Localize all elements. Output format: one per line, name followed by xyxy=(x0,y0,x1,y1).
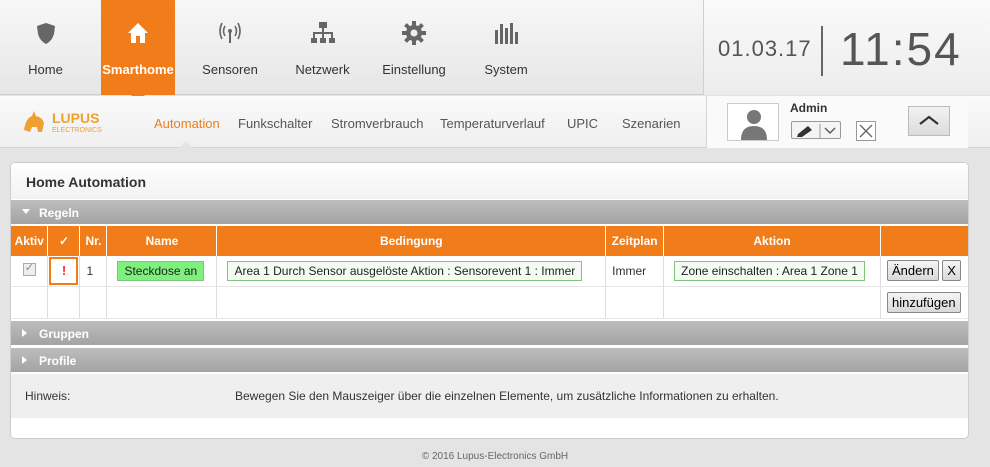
rule-action-badge[interactable]: Zone einschalten : Area 1 Zone 1 xyxy=(674,260,865,281)
active-tab-caret xyxy=(178,141,194,149)
col-header-buttons xyxy=(880,226,968,256)
cell-nr: 1 xyxy=(79,256,108,287)
add-rule-button[interactable]: hinzufügen xyxy=(886,291,961,313)
date-display: 01.03.17 xyxy=(718,36,812,61)
logo-graphic: LUPUS ELECTRONICS xyxy=(24,110,102,134)
network-icon xyxy=(310,22,335,43)
col-header-aktiv: Aktiv xyxy=(11,226,49,256)
user-panel: Admin xyxy=(706,96,968,148)
cell-add: hinzufügen xyxy=(880,286,968,319)
cell-zeitplan: Immer xyxy=(605,256,665,287)
nav-label-home: Home xyxy=(28,62,63,77)
col-header-name: Name xyxy=(106,226,218,256)
user-edit-dropdown[interactable] xyxy=(791,121,841,139)
table-row: ! 1 Steckdose an Area 1 Durch Sensor aus… xyxy=(11,256,968,287)
section-groups-header[interactable]: Gruppen xyxy=(11,321,968,345)
hint-text: Bewegen Sie den Mauszeiger über die einz… xyxy=(235,389,779,403)
delete-rule-button[interactable]: X xyxy=(942,260,961,282)
cell-empty xyxy=(79,286,108,319)
user-silhouette-icon xyxy=(741,110,767,140)
pencil-icon xyxy=(797,124,836,138)
page-title: Home Automation xyxy=(11,163,968,199)
lupus-logo: LUPUS ELECTRONICS xyxy=(22,108,132,138)
hint-label: Hinweis: xyxy=(25,389,71,403)
col-header-aktion: Aktion xyxy=(663,226,881,256)
edit-rule-button[interactable]: Ändern xyxy=(886,260,939,282)
shield-icon xyxy=(36,23,55,44)
cell-empty xyxy=(663,286,881,319)
nav-item-sensoren[interactable]: Sensoren xyxy=(195,0,265,95)
svg-text:LUPUS: LUPUS xyxy=(52,110,99,126)
section-rules-label: Regeln xyxy=(39,206,80,220)
equalizer-icon xyxy=(495,23,518,44)
warning-icon[interactable]: ! xyxy=(49,256,79,285)
chevron-down-icon xyxy=(22,209,30,214)
section-profiles-header[interactable]: Profile xyxy=(11,348,968,372)
subnav-funkschalter[interactable]: Funkschalter xyxy=(238,116,312,131)
active-checkbox[interactable] xyxy=(22,261,36,276)
nav-item-home[interactable]: Home xyxy=(0,0,91,95)
chevron-right-icon xyxy=(22,356,27,364)
hint-bar: Hinweis: Bewegen Sie den Mauszeiger über… xyxy=(11,374,968,418)
subnav-upic[interactable]: UPIC xyxy=(567,116,598,131)
col-header-check: ✓ xyxy=(47,226,81,256)
rule-condition-badge[interactable]: Area 1 Durch Sensor ausgelöste Aktion : … xyxy=(227,260,583,281)
svg-text:ELECTRONICS: ELECTRONICS xyxy=(52,127,102,134)
rule-name-badge[interactable]: Steckdose an xyxy=(117,260,205,281)
close-icon xyxy=(859,124,873,138)
home-automation-panel: Home Automation Regeln Aktiv ✓ Nr. Name … xyxy=(10,162,969,439)
home-icon xyxy=(128,23,148,43)
nav-label-sensoren: Sensoren xyxy=(202,62,258,77)
chevron-up-icon xyxy=(919,115,939,125)
col-header-nr: Nr. xyxy=(79,226,108,256)
section-groups-label: Gruppen xyxy=(39,327,89,341)
nav-label-netzwerk: Netzwerk xyxy=(295,62,350,77)
table-row-add: hinzufügen xyxy=(11,286,968,319)
nav-item-netzwerk[interactable]: Netzwerk xyxy=(290,0,355,95)
section-rules-header[interactable]: Regeln xyxy=(11,200,968,224)
col-header-zeitplan: Zeitplan xyxy=(605,226,665,256)
user-name: Admin xyxy=(790,101,828,115)
clock-divider xyxy=(821,26,823,76)
cell-bedingung: Area 1 Durch Sensor ausgelöste Aktion : … xyxy=(216,256,607,287)
footer-copyright: © 2016 Lupus-Electronics GmbH xyxy=(421,451,569,462)
cell-empty xyxy=(216,286,607,319)
time-display: 11:54 xyxy=(840,23,962,75)
rules-table: Aktiv ✓ Nr. Name Bedingung Zeitplan Akti… xyxy=(11,226,968,319)
subnav-automation[interactable]: Automation xyxy=(154,116,220,131)
cell-empty xyxy=(11,286,49,319)
cell-empty xyxy=(106,286,218,319)
nav-item-system[interactable]: System xyxy=(477,0,535,95)
cell-aktiv xyxy=(11,256,49,287)
clock-panel: 01.03.17 11:54 xyxy=(703,0,990,95)
col-header-bedingung: Bedingung xyxy=(216,226,607,256)
subnav-szenarien[interactable]: Szenarien xyxy=(622,116,681,131)
antenna-icon xyxy=(219,22,241,43)
user-close-button[interactable] xyxy=(856,121,876,141)
cell-empty xyxy=(605,286,665,319)
avatar xyxy=(727,103,779,141)
cell-aktion: Zone einschalten : Area 1 Zone 1 xyxy=(663,256,881,287)
chevron-right-icon xyxy=(22,329,27,337)
cell-buttons: Ändern X xyxy=(880,256,968,287)
subnav-temperaturverlauf[interactable]: Temperaturverlauf xyxy=(440,116,545,131)
section-profiles-label: Profile xyxy=(39,354,77,368)
table-header-row: Aktiv ✓ Nr. Name Bedingung Zeitplan Akti… xyxy=(11,226,968,256)
cell-name: Steckdose an xyxy=(106,256,218,287)
cell-warning: ! xyxy=(47,256,81,287)
top-navigation: Home Smarthome Sensoren Netzwerk Einstel… xyxy=(0,0,990,102)
subnav-stromverbrauch[interactable]: Stromverbrauch xyxy=(331,116,423,131)
cell-empty xyxy=(47,286,81,319)
nav-label-smarthome: Smarthome xyxy=(102,62,174,77)
nav-item-einstellung[interactable]: Einstellung xyxy=(378,0,450,95)
gear-icon xyxy=(402,21,426,45)
nav-label-system: System xyxy=(484,62,528,77)
collapse-header-button[interactable] xyxy=(908,106,950,136)
nav-label-einstellung: Einstellung xyxy=(382,62,446,77)
nav-item-smarthome[interactable]: Smarthome xyxy=(101,0,175,102)
